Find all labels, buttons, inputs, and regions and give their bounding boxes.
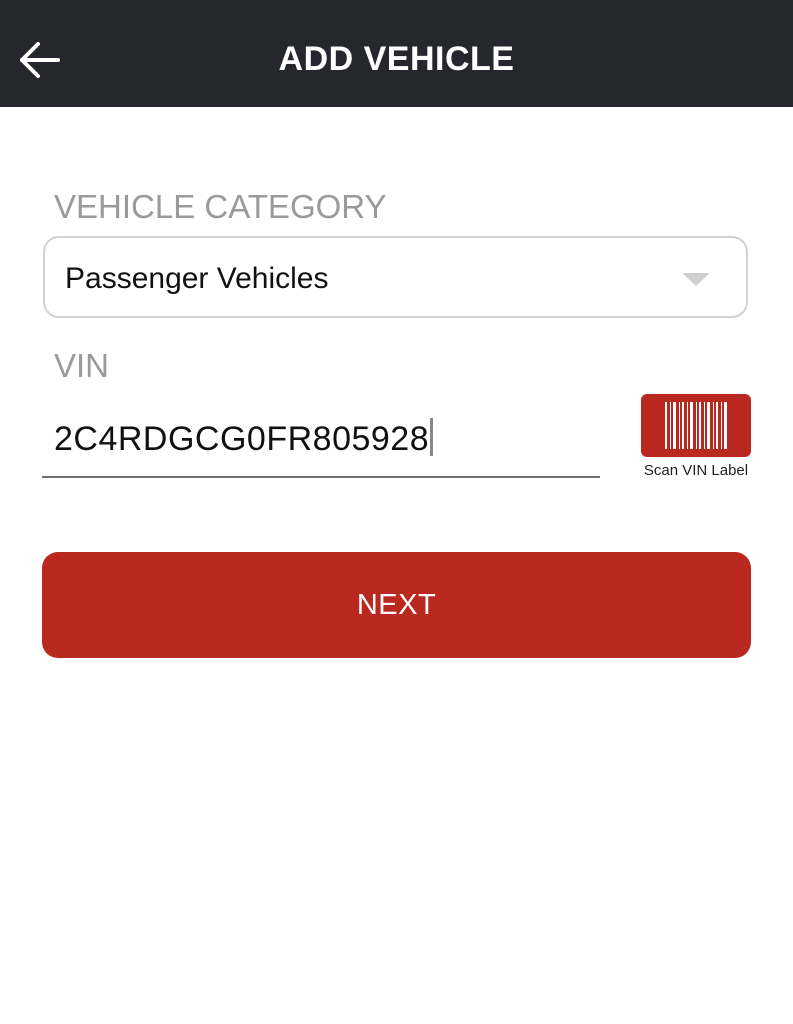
vehicle-category-select[interactable]: Passenger Vehicles xyxy=(43,236,748,318)
vehicle-category-label: VEHICLE CATEGORY xyxy=(54,188,387,225)
next-button[interactable]: NEXT xyxy=(42,552,751,658)
barcode-icon xyxy=(641,394,751,457)
scan-vin-label: Scan VIN Label xyxy=(643,462,749,479)
text-caret xyxy=(430,418,434,456)
vin-label: VIN xyxy=(54,347,110,384)
vin-value: 2C4RDGCG0FR805928 xyxy=(54,420,430,458)
page-title: ADD VEHICLE xyxy=(278,40,515,78)
app-header: ADD VEHICLE xyxy=(0,0,793,107)
chevron-down-icon xyxy=(682,273,710,286)
vehicle-category-value: Passenger Vehicles xyxy=(65,262,329,295)
vin-input[interactable]: 2C4RDGCG0FR805928 xyxy=(42,404,600,478)
scan-vin-button[interactable]: Scan VIN Label xyxy=(641,394,751,484)
